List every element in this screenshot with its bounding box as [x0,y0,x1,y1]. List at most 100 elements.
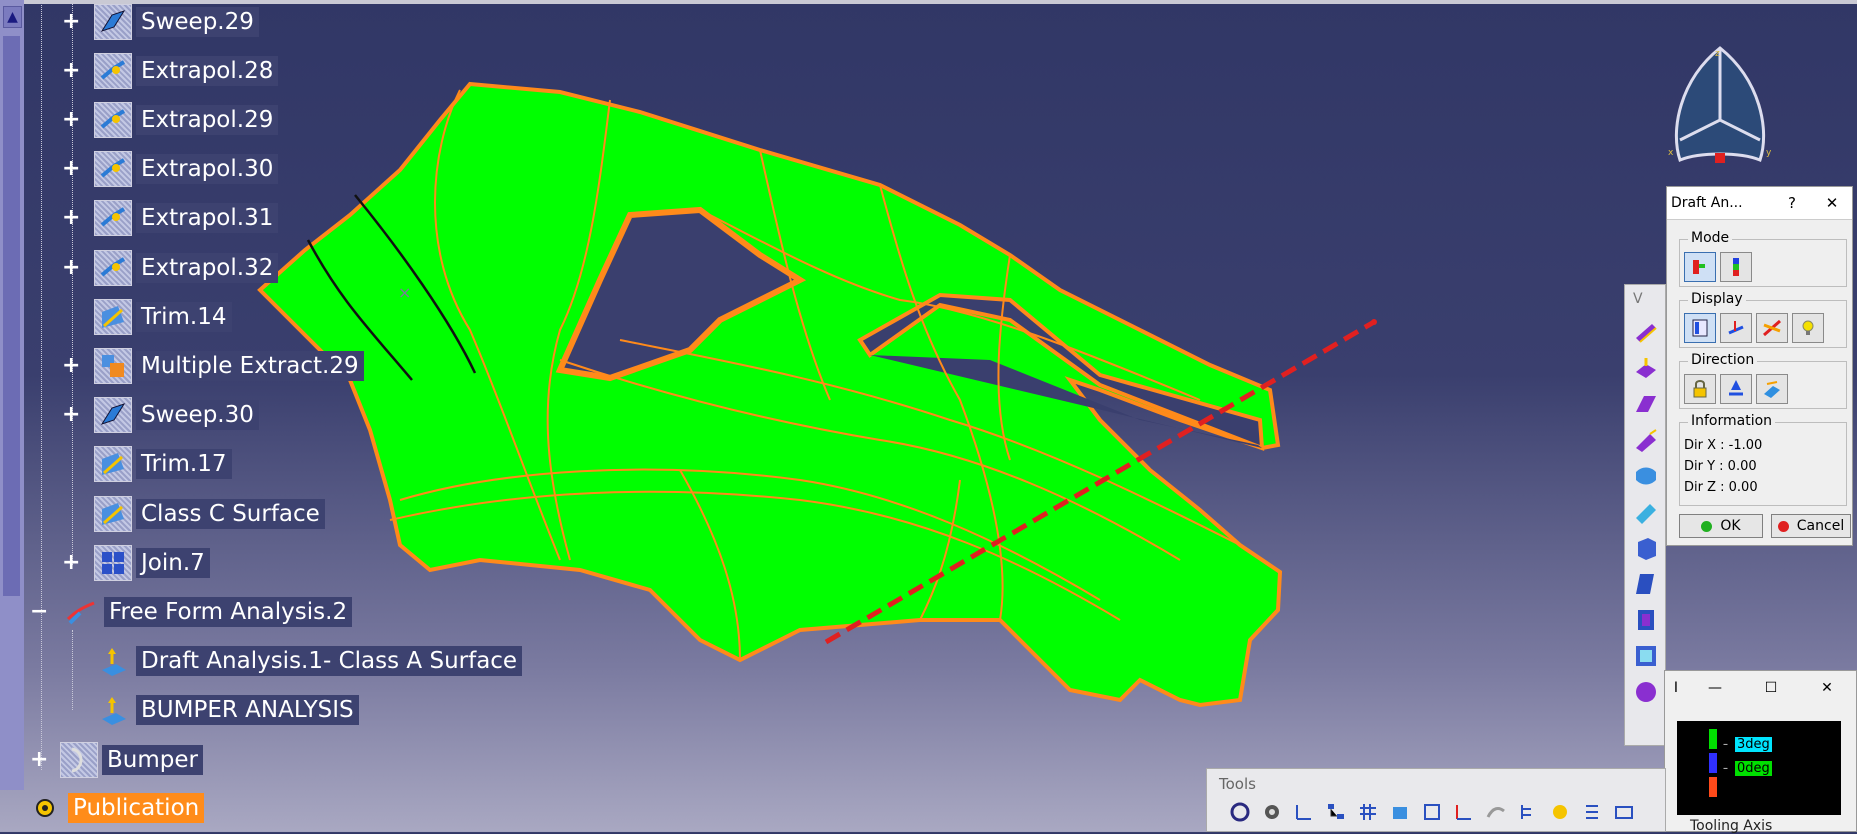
quick-mode-button[interactable] [1684,252,1716,282]
tree-icon[interactable] [1515,799,1541,825]
compass-widget[interactable]: z x y [1660,40,1780,180]
cube-icon[interactable] [1387,799,1413,825]
color-scale-window: I — ☐ ✕ 3deg 0deg – – [1664,670,1857,832]
ok-button[interactable]: OK [1679,514,1763,538]
minimize-button[interactable]: — [1687,680,1743,696]
expand-icon[interactable]: + [62,158,80,180]
lighting-button[interactable] [1792,313,1824,343]
surface-tool-6-icon[interactable] [1629,495,1663,529]
tree-item-join-7[interactable]: + Join.7 [58,545,210,581]
maximize-button[interactable]: ☐ [1743,680,1799,696]
information-group: Information Dir X : -1.00 Dir Y : 0.00 D… [1679,413,1847,506]
surface-tool-3-icon[interactable] [1629,387,1663,421]
scale-bottom-value[interactable]: 0deg [1735,761,1772,776]
tree-item-label[interactable]: Trim.17 [136,449,232,479]
hierarchy-icon[interactable] [1323,799,1349,825]
solid-tool-5-icon[interactable] [1629,675,1663,709]
surface-tool-4-icon[interactable] [1629,423,1663,457]
solid-tool-4-icon[interactable] [1629,639,1663,673]
tree-item-label[interactable]: Draft Analysis.1- Class A Surface [136,646,523,676]
close-button[interactable]: ✕ [1812,194,1852,212]
solid-tool-1-icon[interactable] [1629,531,1663,565]
tree-item-label[interactable]: Bumper [102,745,203,775]
toolbar-title[interactable]: V [1625,285,1665,313]
surface-tool-1-icon[interactable] [1629,315,1663,349]
expand-icon[interactable]: + [62,207,80,229]
box-icon[interactable] [1419,799,1445,825]
tree-item-extrapol-28[interactable]: + Extrapol.28 [58,53,279,89]
compass-direction-button[interactable] [1720,374,1752,404]
color-scale-button[interactable] [1684,313,1716,343]
catalog-icon[interactable] [1547,799,1573,825]
close-button[interactable]: ✕ [1799,680,1855,696]
draft-analysis-dialog: Draft An... ? ✕ Mode Display Direction I… [1666,186,1853,546]
tree-item-draft-analysis-1[interactable]: Draft Analysis.1- Class A Surface [58,643,523,679]
scale-green-swatch [1709,729,1717,749]
full-mode-button[interactable] [1720,252,1752,282]
grid-icon[interactable] [1355,799,1381,825]
tree-item-label[interactable]: Extrapol.30 [136,154,279,184]
extrapol-icon [94,53,132,89]
axis-system-icon[interactable] [1291,799,1317,825]
tree-item-sweep-29[interactable]: + Sweep.29 [58,4,259,40]
tree-item-bumper[interactable]: + Bumper [28,742,203,778]
run-analysis-button[interactable] [1756,313,1788,343]
tree-item-label[interactable]: Sweep.29 [136,7,259,37]
tree-item-label[interactable]: Sweep.30 [136,400,259,430]
tree-item-trim-14[interactable]: Trim.14 [58,299,232,335]
collapse-icon[interactable]: − [30,601,48,623]
expand-icon[interactable]: + [62,404,80,426]
tree-item-extrapol-32[interactable]: + Extrapol.32 [58,250,279,286]
tree-item-label[interactable]: BUMPER ANALYSIS [136,695,359,725]
join-icon [94,545,132,581]
window-title-bar[interactable]: I — ☐ ✕ [1665,671,1856,705]
surface-tool-2-icon[interactable] [1629,351,1663,385]
expand-icon[interactable]: + [30,749,48,771]
ok-label: OK [1720,518,1741,534]
tree-item-publication[interactable]: Publication [26,790,205,826]
tree-item-label[interactable]: Class C Surface [136,499,325,529]
cancel-button[interactable]: Cancel [1771,514,1851,538]
solid-tool-2-icon[interactable] [1629,567,1663,601]
tree-item-label[interactable]: Extrapol.31 [136,203,279,233]
tree-item-trim-17[interactable]: Trim.17 [58,446,232,482]
draft-analysis-icon [94,643,132,679]
expand-icon[interactable]: + [62,109,80,131]
tooling-axis-icon[interactable] [1451,799,1477,825]
tree-item-extrapol-30[interactable]: + Extrapol.30 [58,151,279,187]
tree-item-extrapol-29[interactable]: + Extrapol.29 [58,102,279,138]
tree-item-extrapol-31[interactable]: + Extrapol.31 [58,200,279,236]
expand-icon[interactable]: + [62,355,80,377]
lock-direction-button[interactable] [1684,374,1716,404]
tree-item-label[interactable]: Extrapol.29 [136,105,279,135]
surface-tool-5-icon[interactable] [1629,459,1663,493]
tree-item-bumper-analysis[interactable]: BUMPER ANALYSIS [58,692,359,728]
expand-icon[interactable]: + [62,11,80,33]
update-icon[interactable] [1227,799,1253,825]
wing-icon[interactable] [1483,799,1509,825]
tree-item-free-form-analysis-2[interactable]: − Free Form Analysis.2 [28,594,353,630]
envelope-icon[interactable] [1611,799,1637,825]
tree-item-label[interactable]: Free Form Analysis.2 [104,597,353,627]
tree-item-class-c-surface[interactable]: Class C Surface [58,496,325,532]
list-icon[interactable] [1579,799,1605,825]
solid-tool-3-icon[interactable] [1629,603,1663,637]
tree-item-multiple-extract-29[interactable]: + Multiple Extract.29 [58,348,364,384]
expand-icon[interactable]: + [62,257,80,279]
gear-icon[interactable] [1259,799,1285,825]
tree-item-sweep-30[interactable]: + Sweep.30 [58,397,259,433]
tree-item-label[interactable]: Publication [68,793,205,823]
tree-item-label[interactable]: Trim.14 [136,302,232,332]
dialog-title-bar[interactable]: Draft An... ? ✕ [1667,187,1852,220]
tree-item-label[interactable]: Extrapol.32 [136,253,279,283]
expand-icon[interactable]: + [62,552,80,574]
on-the-fly-button[interactable] [1720,313,1752,343]
help-button[interactable]: ? [1772,194,1812,212]
tree-item-label[interactable]: Multiple Extract.29 [136,351,364,381]
inverse-direction-button[interactable] [1756,374,1788,404]
cancel-label: Cancel [1796,518,1845,534]
scale-top-value[interactable]: 3deg [1735,737,1772,752]
tree-item-label[interactable]: Extrapol.28 [136,56,279,86]
tree-item-label[interactable]: Join.7 [136,548,210,578]
expand-icon[interactable]: + [62,60,80,82]
